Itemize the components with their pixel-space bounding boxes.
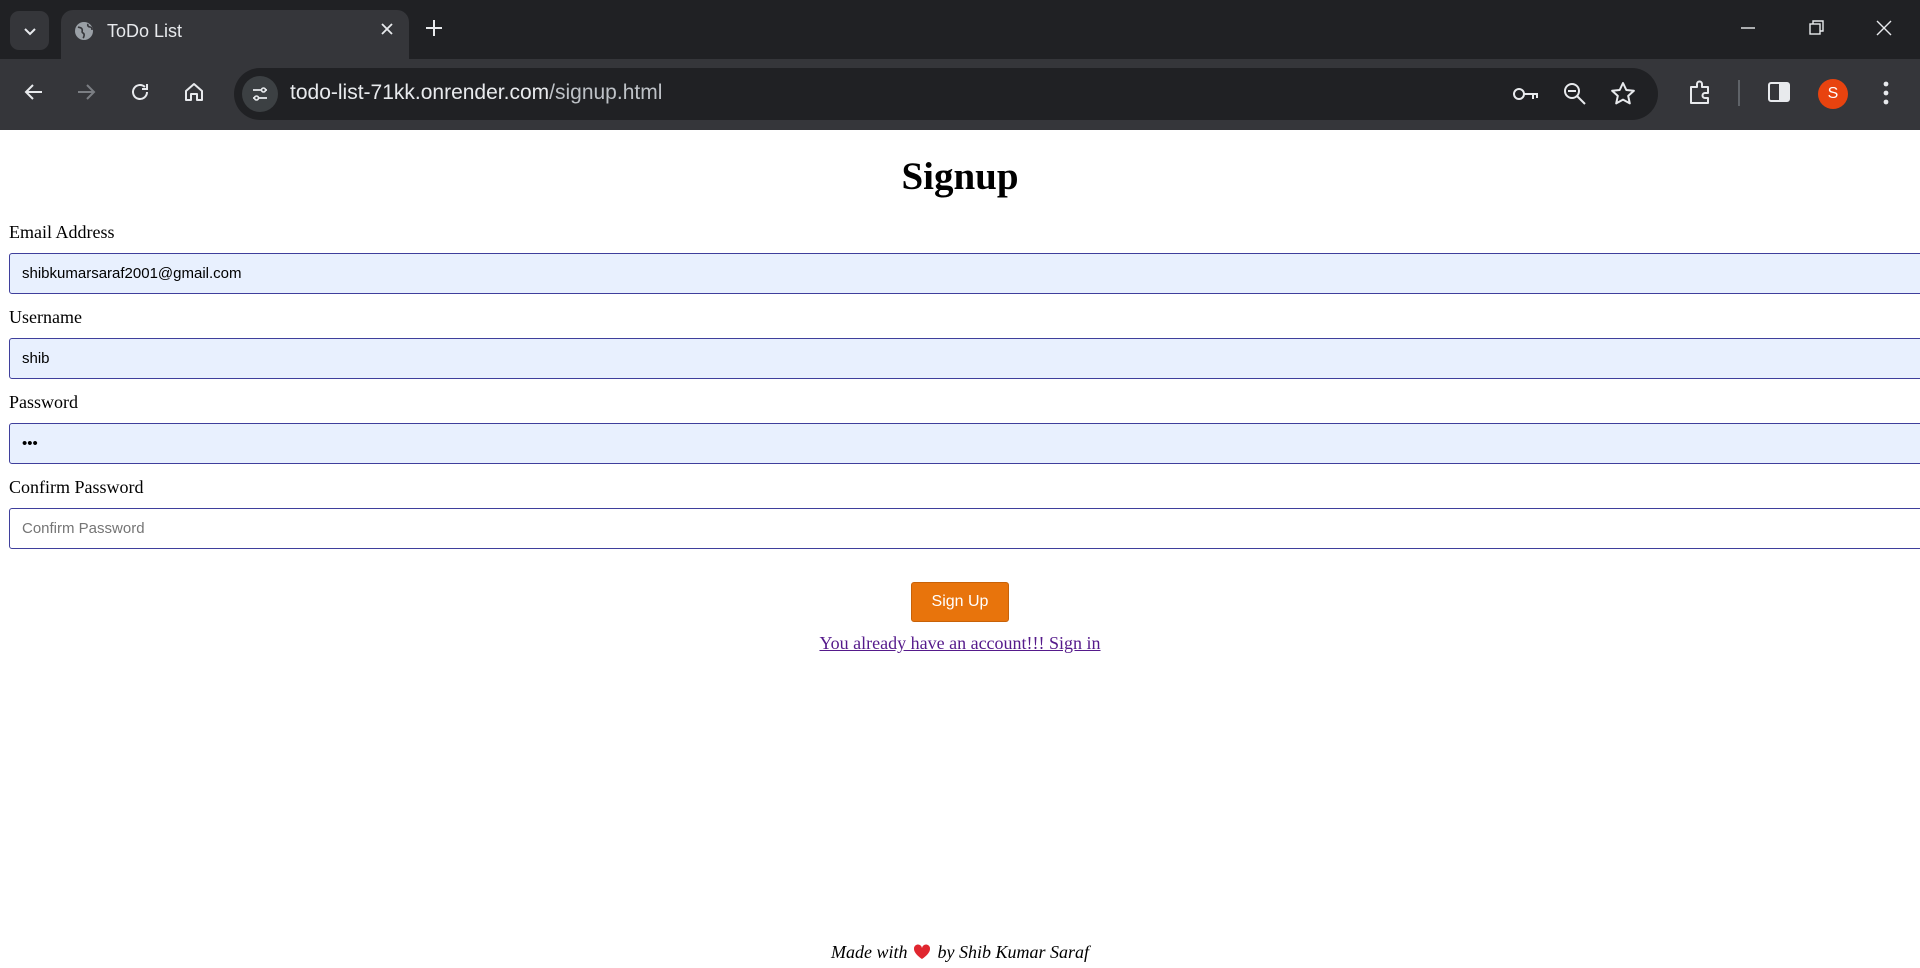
key-icon[interactable] [1512,81,1540,107]
footer: Made with by Shib Kumar Saraf [0,942,1920,963]
star-icon[interactable] [1610,81,1636,107]
close-window-icon[interactable] [1874,18,1894,38]
close-icon[interactable] [379,21,395,37]
extensions-icon[interactable] [1686,79,1714,107]
url-path: /signup.html [549,81,663,104]
footer-suffix: by Shib Kumar Saraf [937,942,1089,962]
address-bar[interactable]: todo-list-71kk.onrender.com/signup.html [234,68,1658,120]
new-tab-icon[interactable] [424,18,444,38]
signin-link[interactable]: You already have an account!!! Sign in [819,633,1100,653]
signup-page: Signup Email Address Username Password C… [0,130,1920,968]
minimize-icon[interactable] [1738,18,1758,38]
globe-icon [75,22,93,40]
url-text[interactable]: todo-list-71kk.onrender.com/signup.html [290,81,662,105]
heart-icon [914,944,931,959]
browser-toolbar: todo-list-71kk.onrender.com/signup.html [0,59,1920,130]
signup-button[interactable]: Sign Up [911,582,1009,622]
back-arrow-icon[interactable] [22,80,46,104]
password-label: Password [9,392,79,412]
password-field[interactable] [9,423,1920,464]
restore-icon[interactable] [1806,18,1826,38]
site-info-button[interactable] [242,76,278,112]
browser-tabstrip: ToDo List [0,0,1920,59]
email-field[interactable] [9,253,1920,294]
tune-icon [253,87,267,101]
forward-arrow-icon[interactable] [74,80,98,104]
confirm-password-label: Confirm Password [9,477,144,497]
signin-link-row: You already have an account!!! Sign in [0,633,1920,654]
chevron-down-icon [23,27,36,35]
zoom-out-icon[interactable] [1562,81,1588,107]
url-host: todo-list-71kk.onrender.com [290,81,550,104]
menu-dots-icon[interactable] [1876,79,1896,107]
page-title: Signup [901,155,1019,198]
profile-avatar[interactable]: S [1818,79,1848,109]
tab-search-button[interactable] [10,11,49,50]
footer-prefix: Made with [830,942,908,962]
username-field[interactable] [9,338,1920,379]
browser-tab[interactable]: ToDo List [61,10,409,59]
confirm-password-field[interactable] [9,508,1920,549]
toolbar-divider [1738,80,1740,106]
side-panel-icon[interactable] [1766,79,1792,105]
tab-title: ToDo List [107,21,183,41]
home-icon[interactable] [182,80,206,104]
username-label: Username [9,307,82,327]
reload-icon[interactable] [128,80,152,104]
email-label: Email Address [9,222,115,242]
